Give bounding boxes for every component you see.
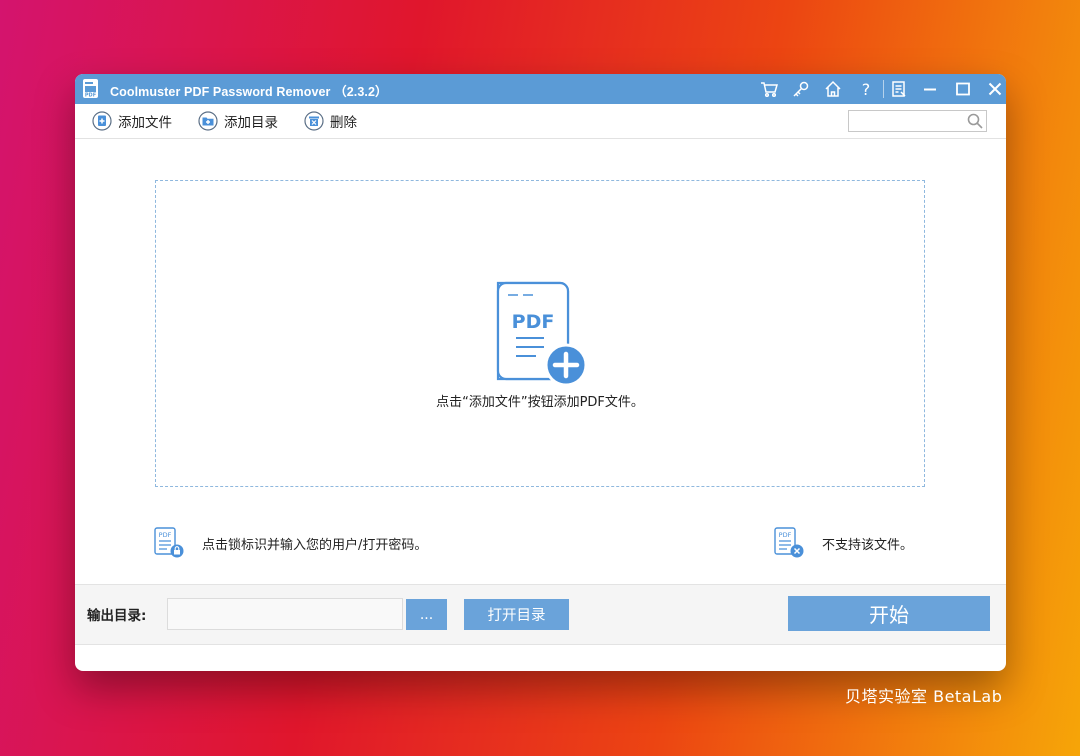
maximize-icon[interactable] (953, 79, 973, 99)
search-icon[interactable] (966, 112, 984, 130)
start-button[interactable]: 开始 (788, 596, 990, 631)
add-file-label: 添加文件 (118, 115, 172, 131)
unsupported-file-hint: 不支持该文件。 (822, 538, 914, 553)
add-folder-label: 添加目录 (224, 115, 278, 131)
output-dir-field[interactable] (167, 598, 403, 630)
search-input[interactable] (848, 110, 987, 132)
window-title: Coolmuster PDF Password Remover （2.3.2） (110, 85, 388, 99)
app-window: PDF Coolmuster PDF Password Remover （2.3… (75, 74, 1006, 671)
svg-text:PDF: PDF (159, 531, 172, 539)
key-icon[interactable] (791, 79, 811, 99)
delete-label: 删除 (330, 115, 357, 131)
output-dir-label: 输出目录: (87, 608, 147, 624)
svg-text:PDF: PDF (512, 311, 555, 333)
add-file-button[interactable]: 添加文件 (92, 111, 172, 131)
delete-button[interactable]: 删除 (304, 111, 357, 131)
title-separator (883, 80, 884, 98)
drop-hint-text: 点击“添加文件”按钮添加PDF文件。 (436, 395, 644, 410)
help-icon[interactable]: ? (856, 79, 876, 99)
file-drop-zone[interactable]: PDF 点击“添加文件”按钮添加PDF文件。 (155, 180, 925, 487)
watermark: 贝塔实验室 BetaLab (845, 687, 1003, 706)
output-bar: 输出目录: ... 打开目录 开始 (75, 584, 1006, 645)
title-bar[interactable]: PDF Coolmuster PDF Password Remover （2.3… (75, 74, 1006, 104)
locked-file-hint: 点击锁标识并输入您的用户/打开密码。 (202, 538, 428, 553)
home-icon[interactable] (823, 79, 843, 99)
cart-icon[interactable] (759, 79, 779, 99)
close-icon[interactable] (985, 79, 1005, 99)
delete-icon (304, 111, 324, 131)
open-folder-button[interactable]: 打开目录 (464, 599, 569, 630)
svg-text:?: ? (862, 80, 871, 98)
toolbar: 添加文件 添加目录 删除 (75, 104, 1006, 139)
add-file-icon (92, 111, 112, 131)
svg-text:PDF: PDF (779, 531, 792, 539)
add-folder-icon (198, 111, 218, 131)
browse-button[interactable]: ... (406, 599, 447, 630)
svg-text:PDF: PDF (85, 93, 96, 99)
app-logo-icon: PDF (83, 79, 98, 99)
feedback-icon[interactable] (889, 79, 909, 99)
locked-file-icon: PDF (154, 527, 184, 558)
minimize-icon[interactable] (920, 79, 940, 99)
add-pdf-icon[interactable]: PDF (492, 281, 588, 387)
add-folder-button[interactable]: 添加目录 (198, 111, 278, 131)
unsupported-file-icon: PDF (774, 527, 804, 558)
